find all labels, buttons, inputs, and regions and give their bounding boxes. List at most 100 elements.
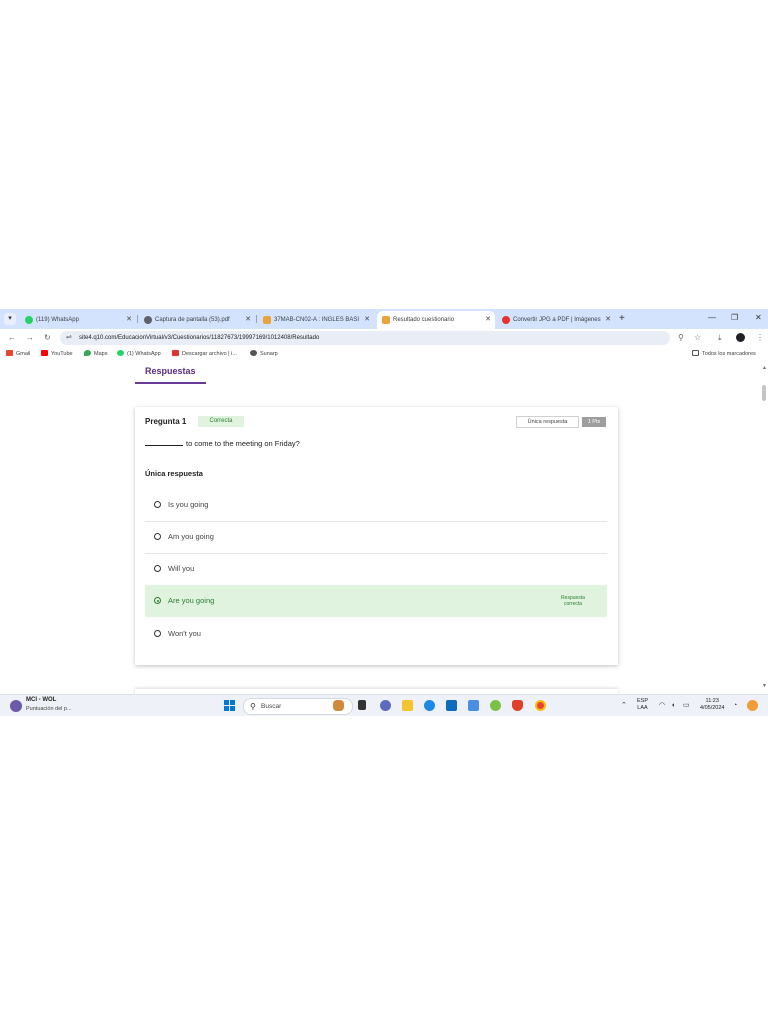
task-view-icon[interactable] <box>358 700 366 710</box>
tab-whatsapp[interactable]: (119) WhatsApp ✕ <box>20 311 136 329</box>
volume-icon[interactable]: ◖ <box>671 701 675 710</box>
show-hidden-icons-chevron-icon[interactable]: ⌃ <box>621 701 627 710</box>
all-bookmarks-label: Todos los marcadores <box>702 351 756 357</box>
edge-icon[interactable] <box>424 700 435 711</box>
whatsapp-icon <box>25 316 33 324</box>
q10-icon <box>263 316 271 324</box>
copilot-icon[interactable] <box>747 700 758 711</box>
bookmark-whatsapp[interactable]: (1) WhatsApp <box>117 347 161 361</box>
answer-option[interactable]: Won't you <box>145 618 607 650</box>
chrome-icon[interactable] <box>535 700 546 711</box>
page-content: Respuestas Pregunta 1 Correcta Única res… <box>0 361 768 694</box>
search-icon: ⚲ <box>250 702 256 711</box>
app-icon[interactable] <box>468 700 479 711</box>
tab-label: 37MAB-CN02-A : INGLES BASI <box>274 317 360 323</box>
close-icon[interactable]: ✕ <box>245 311 251 329</box>
close-icon[interactable]: ✕ <box>364 311 370 329</box>
wifi-icon[interactable]: ◠ <box>659 701 665 710</box>
correct-answer-tag: Respuesta correcta <box>561 595 585 607</box>
section-title[interactable]: Respuestas <box>145 366 196 376</box>
bookmark-maps[interactable]: Maps <box>84 347 107 361</box>
bookmark-descargar[interactable]: Descargar archivo | i... <box>172 347 237 361</box>
reload-icon[interactable]: ↻ <box>44 332 51 344</box>
question-text: to come to the meeting on Friday? <box>145 439 300 448</box>
chat-icon[interactable] <box>380 700 391 711</box>
status-badge: Correcta <box>198 416 244 427</box>
option-text: Am you going <box>168 532 214 541</box>
q10-icon <box>382 316 390 324</box>
screenshot-screen: ▾ (119) WhatsApp ✕ Captura de pantalla (… <box>0 309 768 716</box>
answer-option[interactable]: Am you going <box>145 521 607 554</box>
new-tab-plus-icon[interactable]: + <box>619 312 625 326</box>
scrollbar-thumb[interactable] <box>762 385 766 401</box>
bookmark-youtube[interactable]: YouTube <box>41 347 73 361</box>
radio-button[interactable] <box>154 533 161 540</box>
windows-taskbar: MCI - WOL Puntuación del p... ⚲ Buscar ⌃… <box>0 694 768 716</box>
file-explorer-icon[interactable] <box>402 700 413 711</box>
all-bookmarks[interactable]: Todos los marcadores <box>692 347 756 361</box>
answer-option[interactable]: Is you going <box>145 489 607 522</box>
bookmark-sunarp[interactable]: Sunarp <box>250 347 278 361</box>
tab-label: Convertir JPG a PDF | Imágenes <box>513 317 601 323</box>
radio-button-selected[interactable] <box>154 597 161 604</box>
brave-icon[interactable] <box>512 700 523 711</box>
weather-widget-icon[interactable] <box>10 700 22 712</box>
window-close-icon[interactable]: ✕ <box>755 311 762 325</box>
page-scrollbar[interactable]: ▲ ▼ <box>760 361 768 694</box>
tab-label: Captura de pantalla (53).pdf <box>155 317 230 323</box>
option-text: Won't you <box>168 629 201 638</box>
maps-pin-icon <box>84 350 91 356</box>
close-icon[interactable]: ✕ <box>485 311 491 329</box>
download-icon[interactable]: ⤓ <box>718 332 722 344</box>
widget-cat-icon[interactable] <box>333 700 344 711</box>
globe-icon <box>250 350 257 356</box>
bookmark-gmail[interactable]: Gmail <box>6 347 30 361</box>
input-language[interactable]: ESP LAA <box>637 698 648 712</box>
points-badge: 1 Pts <box>582 417 606 427</box>
minimize-icon[interactable]: — <box>708 311 716 325</box>
clock-date: 4/05/2024 <box>700 705 725 711</box>
address-url[interactable]: site4.q10.com/EducacionVirtual/v3/Cuesti… <box>79 331 319 345</box>
scroll-down-icon[interactable]: ▼ <box>762 683 767 689</box>
answer-option[interactable]: Will you <box>145 553 607 586</box>
battery-icon[interactable]: ▭ <box>683 701 690 710</box>
notification-bell-icon[interactable]: ◔ <box>733 701 737 710</box>
address-bar[interactable]: ⇌ site4.q10.com/EducacionVirtual/v3/Cues… <box>60 331 670 345</box>
search-placeholder: Buscar <box>261 703 282 710</box>
bookmark-label: (1) WhatsApp <box>127 351 161 357</box>
restore-icon[interactable]: ❐ <box>731 311 738 325</box>
forward-arrow-icon[interactable]: → <box>26 332 34 344</box>
answer-option-selected[interactable]: Are you going Respuesta correcta <box>145 585 607 617</box>
bookmark-label: Sunarp <box>260 351 278 357</box>
windows-start-icon[interactable] <box>224 700 236 712</box>
zoom-icon[interactable]: ⚲ <box>678 332 684 344</box>
close-icon[interactable]: ✕ <box>605 311 611 329</box>
close-icon[interactable]: ✕ <box>126 311 132 329</box>
profile-avatar-icon[interactable] <box>736 333 745 342</box>
tab-ingles-basico[interactable]: 37MAB-CN02-A : INGLES BASI ✕ <box>258 311 374 329</box>
tab-search-chevron-icon[interactable]: ▾ <box>4 313 16 325</box>
question-title: Pregunta 1 <box>145 417 187 426</box>
back-arrow-icon[interactable]: ← <box>8 332 16 344</box>
radio-button[interactable] <box>154 501 161 508</box>
widget-title[interactable]: MCI - WOL <box>26 697 56 703</box>
clock[interactable]: 11:23 4/05/2024 <box>700 698 724 712</box>
bookmark-star-icon[interactable]: ☆ <box>694 332 701 344</box>
ilovepdf-icon <box>172 350 179 356</box>
option-text: Will you <box>168 564 195 573</box>
store-icon[interactable] <box>446 700 457 711</box>
tab-captura-pdf[interactable]: Captura de pantalla (53).pdf ✕ <box>139 311 255 329</box>
app-green-icon[interactable] <box>490 700 501 711</box>
more-menu-icon[interactable]: ⋮ <box>756 332 764 344</box>
radio-button[interactable] <box>154 565 161 572</box>
tab-convertir-jpg-pdf[interactable]: Convertir JPG a PDF | Imágenes ✕ <box>497 311 615 329</box>
bookmark-label: Descargar archivo | i... <box>182 351 237 357</box>
site-settings-icon[interactable]: ⇌ <box>66 331 72 345</box>
question-text-content: to come to the meeting on Friday? <box>186 439 300 448</box>
question-type-label: Única respuesta <box>145 469 203 478</box>
option-text: Is you going <box>168 500 209 509</box>
radio-button[interactable] <box>154 630 161 637</box>
widget-subtitle[interactable]: Puntuación del p... <box>26 706 72 712</box>
scroll-up-icon[interactable]: ▲ <box>762 365 767 371</box>
tab-resultado-cuestionario[interactable]: Resultado cuestionario ✕ <box>377 311 495 329</box>
